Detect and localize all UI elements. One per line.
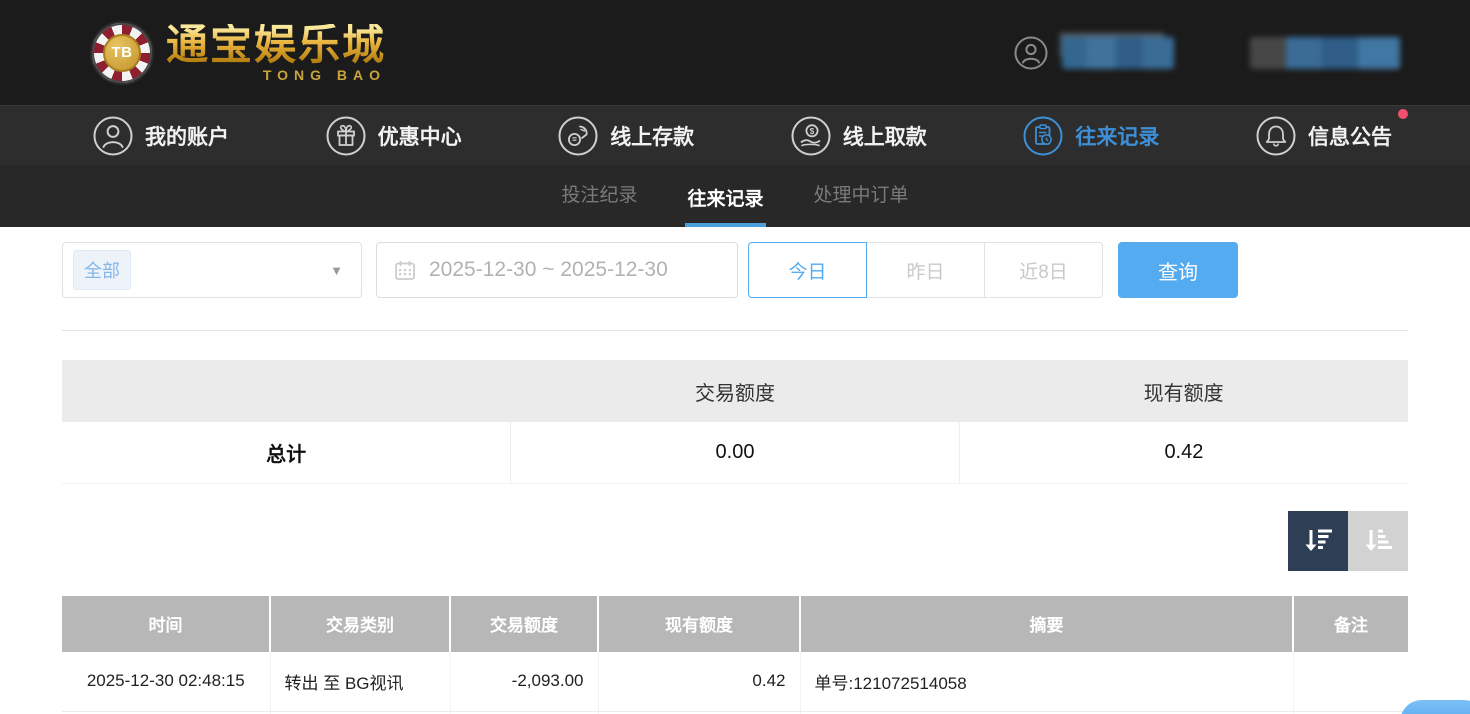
nav-label: 线上存款 [610,121,694,151]
user-icon [92,115,134,157]
main-content: 全部 ▼ 2025-12-30 ~ 2025-12-30 今日 昨日 [0,227,1470,714]
nav-label: 线上取款 [843,121,927,151]
poker-chip-icon: TB [90,21,154,85]
query-button[interactable]: 查询 [1118,242,1238,298]
withdraw-icon: $ [790,115,832,157]
tab-transaction-records[interactable]: 往来记录 [685,184,765,227]
records-table: 时间 交易类别 交易额度 现有额度 摘要 备注 2025-12-30 02:48… [62,596,1408,714]
user-avatar-icon[interactable] [1014,36,1048,70]
nav-item-transaction-records[interactable]: 往来记录 [1022,115,1159,157]
notification-badge [1398,109,1408,119]
brand-name-cn: 通宝娱乐城 [166,24,386,66]
col-header-type: 交易类别 [270,596,450,652]
selected-type-chip[interactable]: 全部 [73,250,131,290]
svg-text:$: $ [810,127,815,136]
summary-header-row: 交易额度 现有额度 [62,360,1408,422]
table-row: 2025-12-30 02:48:15 转出 至 BG视讯 -2,093.00 … [62,652,1408,712]
nav-label: 信息公告 [1308,121,1392,151]
summary-header-transaction-amount: 交易额度 [511,360,960,422]
gift-icon [325,115,367,157]
brand-logo[interactable]: TB 通宝娱乐城 TONG BAO [90,21,386,85]
nav-item-deposit[interactable]: 线上存款 [557,115,694,157]
summary-total-label: 总计 [62,422,511,483]
main-navigation: 我的账户 优惠中心 线上存款 [0,105,1470,165]
date-range-input[interactable]: 2025-12-30 ~ 2025-12-30 [376,242,738,298]
nav-label: 优惠中心 [378,121,462,151]
col-header-remark: 备注 [1293,596,1408,652]
yesterday-button[interactable]: 昨日 [866,242,985,298]
masked-username [1062,37,1174,69]
record-amount: -2,093.00 [450,652,598,712]
sort-ascending-button[interactable] [1348,511,1408,571]
last-8-days-button[interactable]: 近8日 [984,242,1103,298]
customer-service-float-button[interactable] [1400,700,1470,714]
col-header-summary: 摘要 [800,596,1293,652]
page: TB 通宝娱乐城 TONG BAO 我的账户 [0,0,1470,714]
user-area [1014,36,1400,70]
record-summary: 单号:121072514058 [800,652,1293,712]
date-range-value: 2025-12-30 ~ 2025-12-30 [429,258,668,282]
sort-descending-icon [1300,523,1336,559]
col-header-balance: 现有额度 [598,596,800,652]
type-filter-dropdown[interactable]: 全部 ▼ [62,242,362,298]
filter-bar: 全部 ▼ 2025-12-30 ~ 2025-12-30 今日 昨日 [62,242,1408,298]
nav-item-promotions[interactable]: 优惠中心 [325,115,462,157]
sort-descending-button[interactable] [1288,511,1348,571]
top-header: TB 通宝娱乐城 TONG BAO [0,0,1470,105]
tab-betting-records[interactable]: 投注纪录 [559,180,639,227]
record-balance: 0.42 [598,652,800,712]
nav-label: 我的账户 [145,121,229,151]
brand-name: 通宝娱乐城 TONG BAO [166,24,386,82]
summary-total-row: 总计 0.00 0.42 [62,422,1408,483]
chevron-down-icon: ▼ [330,263,343,278]
calendar-icon [393,258,417,282]
quick-date-buttons: 今日 昨日 近8日 [748,242,1103,298]
subnav-tabs: 投注纪录 往来记录 处理中订单 [0,165,1470,227]
summary-header-empty [62,360,511,422]
record-remark [1293,652,1408,712]
section-divider [62,330,1408,331]
deposit-icon [557,115,599,157]
brand-name-en: TONG BAO [166,68,386,82]
sort-ascending-icon [1360,523,1396,559]
col-header-time: 时间 [62,596,270,652]
nav-item-withdraw[interactable]: $ 线上取款 [790,115,927,157]
nav-item-my-account[interactable]: 我的账户 [92,115,229,157]
records-icon [1022,115,1064,157]
today-button[interactable]: 今日 [748,242,867,298]
tab-processing-orders[interactable]: 处理中订单 [812,180,911,227]
record-time: 2025-12-30 02:48:15 [62,652,270,712]
records-header-row: 时间 交易类别 交易额度 现有额度 摘要 备注 [62,596,1408,652]
nav-item-announcements[interactable]: 信息公告 [1255,115,1392,157]
sort-controls [62,511,1408,571]
masked-balance [1250,37,1400,69]
summary-current-balance-value: 0.42 [959,422,1408,483]
col-header-amount: 交易额度 [450,596,598,652]
summary-header-current-balance: 现有额度 [959,360,1408,422]
summary-table: 交易额度 现有额度 总计 0.00 0.42 [62,360,1408,484]
nav-label: 往来记录 [1075,121,1159,151]
record-type: 转出 至 BG视讯 [270,652,450,712]
chip-label: TB [103,34,141,72]
bell-icon [1255,115,1297,157]
summary-transaction-amount-value: 0.00 [511,422,960,483]
